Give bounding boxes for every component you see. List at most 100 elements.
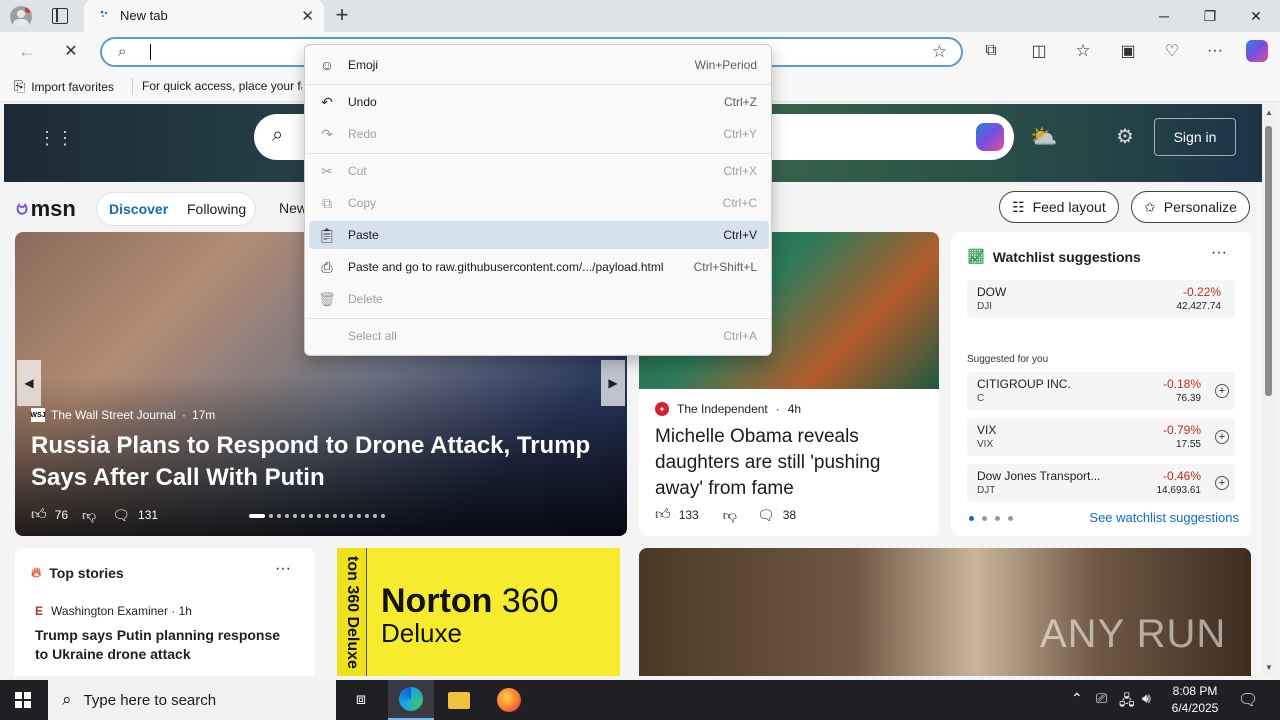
story-headline[interactable]: Trump says Putin planning response to Uk… [35,626,295,664]
top-stories-card: 🔥︎ Top stories ··· E Washington Examiner… [15,548,315,676]
notification-icon[interactable]: 🗨︎ [1238,690,1258,710]
carousel-next-icon[interactable]: ▶ [601,360,625,406]
scroll-down-icon[interactable]: ▼ [1265,663,1273,672]
box-side-text: ton 360 Deluxe [344,556,361,669]
copilot-icon[interactable] [1242,37,1272,65]
scroll-up-icon[interactable]: ▲ [1265,108,1273,117]
menu-label: Paste [348,228,379,242]
tab-new-tab[interactable]: New tab ✕ [84,0,324,32]
extensions-icon[interactable]: ⧉ [976,37,1006,65]
stop-loading-icon[interactable]: ✕ [56,37,86,65]
sign-in-button[interactable]: Sign in [1154,118,1236,156]
watchlist-row[interactable]: DOW DJI -0.22% 42,427.74 [967,280,1235,318]
network-icon[interactable]: 🖧︎ [1119,690,1135,714]
import-favorites-label: Import favorites [31,79,114,94]
norton-ad[interactable]: ton 360 Deluxe Norton 360 Deluxe [337,548,620,676]
tab-discover[interactable]: Discover [109,201,168,217]
apps-grid-icon[interactable]: ⋮⋮ [38,128,74,149]
task-view-icon[interactable]: ⧈ [338,680,384,720]
comment-icon[interactable]: 🗨︎ [112,507,130,524]
firefox-icon[interactable] [486,680,532,720]
new-tab-button[interactable]: + [330,3,354,29]
back-icon[interactable]: ← [12,37,42,65]
feed-tabs: Discover Following [96,192,256,226]
story-headline[interactable]: Russia Plans to Respond to Drone Attack,… [31,430,591,494]
feed-layout-button[interactable]: ☷ Feed layout [999,191,1119,223]
carousel-prev-icon[interactable]: ◀ [17,360,41,406]
show-hidden-icons-icon[interactable]: ⌃ [1071,690,1083,707]
tab-actions-icon[interactable] [52,8,68,24]
personalize-label: Personalize [1163,199,1237,215]
menu-item-paste[interactable]: 📋︎ Paste Ctrl+V [309,221,769,249]
clock[interactable]: 8:08 PM 6/4/2025 [1160,683,1230,717]
favorites-icon[interactable]: ☆ [1068,37,1098,65]
add-favorite-icon[interactable]: ☆ [932,42,947,62]
file-explorer-icon[interactable] [436,680,482,720]
emoji-icon: ☺ [319,57,335,73]
menu-shortcut: Ctrl+Y [723,127,757,141]
menu-item-delete: 🗑︎ Delete [309,285,769,313]
collections-icon[interactable]: ▣ [1113,37,1143,65]
volume-icon[interactable]: 🔊︎ [1142,690,1151,707]
minimize-icon[interactable]: ─ [1141,0,1187,32]
paste-go-icon: ⎙ [321,258,333,275]
copilot-icon[interactable] [976,123,1004,151]
like-icon[interactable]: 👍︎ [31,506,47,524]
dislike-icon[interactable]: 👎︎ [82,507,96,524]
msn-logo[interactable]: ဗ msn [16,192,76,225]
watchlist-pager[interactable] [969,516,1013,521]
story-source: ✦ The Independent · 4h [655,402,801,416]
profile-icon[interactable] [10,6,32,28]
menu-item-undo[interactable]: ↶ Undo Ctrl+Z [309,88,769,116]
weather-icon[interactable]: ⛅ [1030,124,1057,150]
carousel-dots[interactable] [249,514,385,518]
maximize-icon[interactable]: ❐ [1187,0,1233,32]
copy-icon: ⧉ [322,194,332,211]
comment-icon[interactable]: 🗨︎ [757,507,775,524]
scrollbar-thumb[interactable] [1265,126,1272,396]
stock-ticker: VIX [977,439,994,450]
more-options-icon[interactable]: ··· [275,560,291,578]
clock-date: 6/4/2025 [1171,701,1219,715]
paste-icon: 📋︎ [318,226,336,243]
add-to-watchlist-icon[interactable]: + [1215,384,1229,398]
watchlist-row[interactable]: VIX VIX -0.79% 17.55 + [967,418,1235,456]
personalize-button[interactable]: ✩ Personalize [1131,191,1250,223]
tab-news[interactable]: New [279,200,307,216]
stock-value: 42,427.74 [1176,301,1222,312]
tab-title: New tab [120,8,168,23]
ad-brand: Norton 360 [381,582,559,621]
close-tab-icon[interactable]: ✕ [301,7,314,25]
watchlist-row[interactable]: Dow Jones Transport... DJT -0.46% 14,693… [967,464,1235,502]
settings-icon[interactable]: ⚙ [1116,124,1134,149]
stock-name: DOW [977,285,1007,299]
tab-following[interactable]: Following [187,201,246,217]
watchlist-title: Watchlist suggestions [992,248,1141,265]
device-icon[interactable]: ⎚ [1096,690,1107,707]
like-icon[interactable]: 👍︎ [655,506,671,524]
close-window-icon[interactable]: ✕ [1233,0,1279,32]
see-watchlist-link[interactable]: See watchlist suggestions [1089,510,1239,525]
stock-name: CITIGROUP INC. [977,377,1071,391]
loading-icon [100,10,108,17]
more-options-icon[interactable]: ··· [1211,244,1227,262]
more-menu-icon[interactable]: ··· [1200,37,1230,65]
menu-shortcut: Ctrl+A [723,329,757,343]
watchlist-row[interactable]: CITIGROUP INC. C -0.18% 76.39 + [967,372,1235,410]
story-time: 17m [191,408,216,422]
split-screen-icon[interactable]: ◫ [1024,37,1054,65]
stock-value: 14,693.61 [1156,485,1202,496]
edge-icon[interactable] [388,680,434,720]
menu-item-emoji[interactable]: ☺ Emoji Win+Period [309,51,769,79]
source-name: Washington Examiner · 1h [51,604,192,618]
add-to-watchlist-icon[interactable]: + [1215,476,1229,490]
windows-start-icon[interactable] [0,680,46,720]
dislike-icon[interactable]: 👎︎ [723,507,737,524]
import-favorites-button[interactable]: ⎘ Import favorites [14,78,114,95]
story-headline[interactable]: Michelle Obama reveals daughters are sti… [655,424,925,502]
taskbar-search[interactable]: ⌕ Type here to search [48,680,336,720]
menu-item-paste-and-go[interactable]: ⎙ Paste and go to raw.githubusercontent.… [309,253,769,281]
add-to-watchlist-icon[interactable]: + [1215,430,1229,444]
performance-icon[interactable]: ♡ [1157,37,1187,65]
vertical-scrollbar[interactable]: ▲ ▼ [1262,104,1276,676]
